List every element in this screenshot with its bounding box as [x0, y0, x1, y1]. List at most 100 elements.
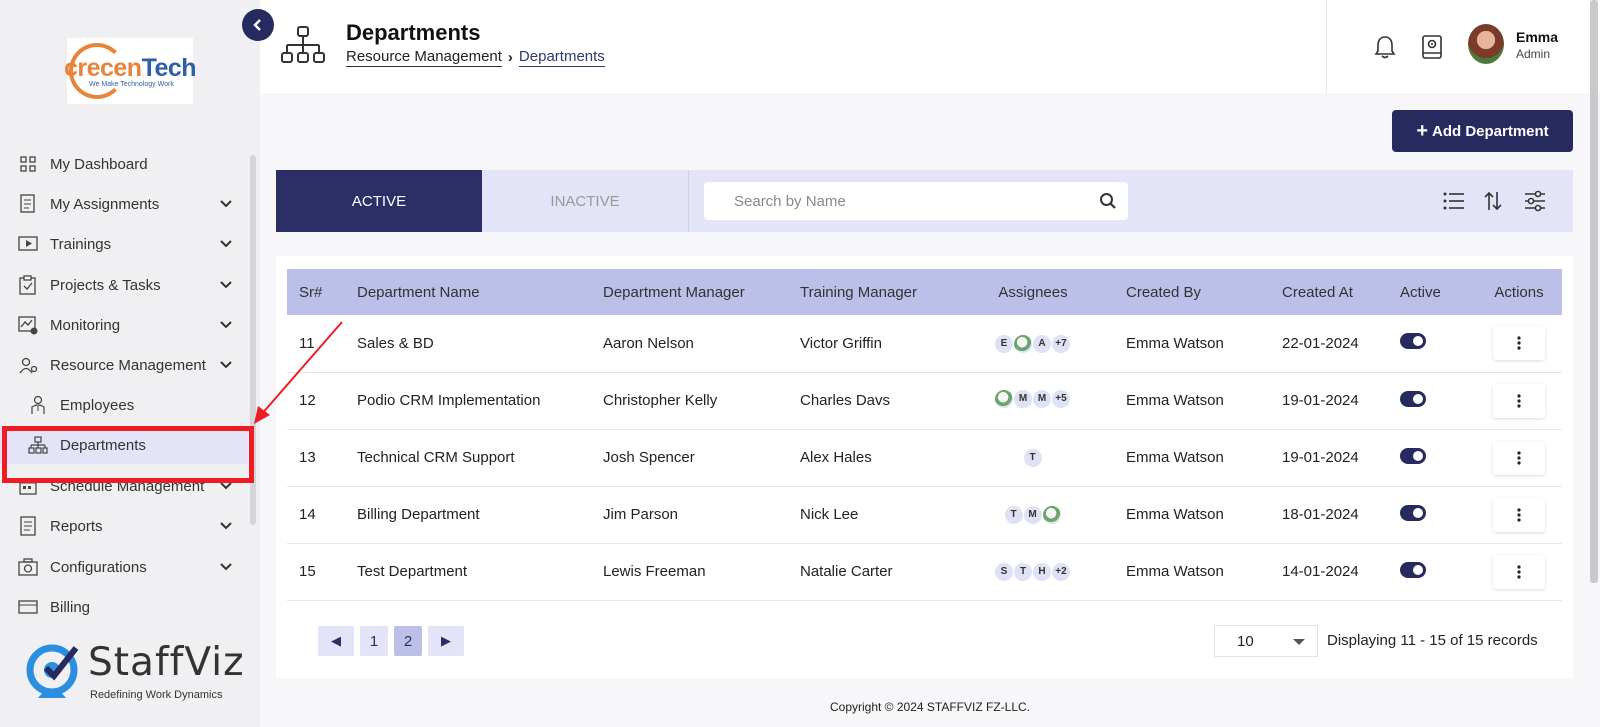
assignee-avatars[interactable]: S T H +2: [994, 561, 1071, 582]
cell-department-manager: Lewis Freeman: [603, 563, 706, 580]
user-avatar[interactable]: [1468, 24, 1504, 64]
handbook-icon[interactable]: [1420, 34, 1444, 60]
assignee-avatar[interactable]: T: [1003, 504, 1024, 525]
assignee-avatar[interactable]: +7: [1051, 333, 1071, 354]
active-toggle[interactable]: [1400, 447, 1426, 464]
chevron-down-icon[interactable]: [218, 196, 234, 212]
assignee-avatar[interactable]: +2: [1051, 561, 1071, 582]
table-row[interactable]: 15 Test Department Lewis Freeman Natalie Ca…: [287, 543, 1562, 600]
chevron-down-icon[interactable]: [218, 357, 234, 373]
cell-created-at: 19-01-2024: [1282, 392, 1359, 409]
filter-settings-icon[interactable]: [1523, 190, 1547, 212]
sidebar-item-projects-tasks[interactable]: Projects & Tasks: [0, 266, 248, 304]
search-icon[interactable]: [1099, 192, 1117, 210]
staffviz-name: StaffViz: [88, 640, 245, 685]
assignee-avatars[interactable]: M M +5: [994, 388, 1071, 409]
sidebar-item-trainings[interactable]: Trainings: [0, 225, 248, 263]
active-toggle[interactable]: [1400, 561, 1426, 578]
page-scrollbar[interactable]: [1590, 0, 1598, 583]
next-page-button[interactable]: ▶: [428, 626, 464, 656]
active-toggle[interactable]: [1400, 504, 1426, 521]
assignee-avatar[interactable]: M: [1013, 388, 1033, 409]
assignee-photo-avatar[interactable]: [1041, 504, 1062, 525]
notification-bell-icon[interactable]: [1373, 34, 1397, 60]
assignee-avatars[interactable]: T: [1022, 447, 1043, 468]
sidebar-item-label: Employees: [60, 396, 135, 414]
sidebar-item-configurations[interactable]: Configurations: [0, 548, 248, 586]
cell-training-manager: Alex Hales: [800, 449, 872, 466]
resource-icon: [18, 355, 38, 375]
column-header: Training Manager: [800, 283, 918, 301]
row-actions-menu-button[interactable]: [1493, 440, 1545, 475]
active-toggle[interactable]: [1400, 333, 1426, 350]
cell-actions: [1476, 543, 1562, 600]
collapse-sidebar-button[interactable]: [242, 9, 274, 41]
breadcrumb-resource-management[interactable]: Resource Management: [346, 48, 502, 67]
assignee-photo-avatar[interactable]: [994, 388, 1014, 409]
plus-icon: +: [1416, 120, 1428, 142]
sidebar-item-resource-management[interactable]: Resource Management: [0, 346, 248, 384]
chevron-down-icon[interactable]: [218, 559, 234, 575]
departments-table: Sr# Department Name Department Manager T…: [287, 269, 1562, 601]
row-actions-menu-button[interactable]: [1493, 326, 1545, 361]
sidebar-item-schedule-management[interactable]: Schedule Management: [0, 467, 248, 505]
logo-primary: recen: [77, 53, 142, 82]
row-actions-menu-button[interactable]: [1493, 497, 1545, 532]
breadcrumb-departments[interactable]: Departments: [518, 48, 605, 67]
prev-page-button[interactable]: ◀: [318, 626, 354, 656]
page-size-select[interactable]: 10: [1214, 625, 1318, 657]
sidebar-item-billing[interactable]: Billing: [0, 588, 248, 617]
dashboard-icon: [18, 154, 38, 174]
sidebar-item-monitoring[interactable]: Monitoring: [0, 306, 248, 344]
pagination: ◀ 1 2 ▶: [318, 626, 464, 656]
assignee-avatars[interactable]: E A +7: [994, 333, 1071, 354]
cell-created-at: 19-01-2024: [1282, 449, 1359, 466]
cell-training-manager: Nick Lee: [800, 506, 859, 523]
table-row[interactable]: 14 Billing Department Jim Parson Nick Lee T M…: [287, 486, 1562, 543]
chevron-down-icon[interactable]: [218, 317, 234, 333]
assignee-avatars[interactable]: TM: [1003, 504, 1062, 525]
assignee-avatar[interactable]: T: [1022, 447, 1043, 468]
assignee-avatar[interactable]: +5: [1051, 388, 1071, 409]
assignee-avatar[interactable]: M: [1032, 388, 1052, 409]
tab-inactive[interactable]: INACTIVE: [482, 170, 688, 232]
active-toggle[interactable]: [1400, 390, 1426, 407]
add-department-button[interactable]: + Add Department: [1392, 110, 1573, 152]
assignee-avatar[interactable]: H: [1032, 561, 1052, 582]
cell-sr: 14: [299, 506, 316, 523]
table-row[interactable]: 13 Technical CRM Support Josh Spencer Alex …: [287, 429, 1562, 486]
search-input[interactable]: [704, 182, 1128, 220]
sort-icon[interactable]: [1481, 190, 1505, 212]
page-2-button[interactable]: 2: [394, 626, 422, 656]
cell-department-manager: Christopher Kelly: [603, 392, 718, 409]
chevron-down-icon[interactable]: [218, 518, 234, 534]
tab-active[interactable]: ACTIVE: [276, 170, 482, 232]
sidebar-item-my-dashboard[interactable]: My Dashboard: [0, 145, 248, 183]
sidebar-item-label: Resource Management: [50, 356, 206, 374]
assignee-avatar[interactable]: E: [994, 333, 1014, 354]
assignee-avatar[interactable]: A: [1032, 333, 1052, 354]
sidebar-item-departments[interactable]: Departments: [0, 426, 248, 464]
assignee-avatar[interactable]: S: [994, 561, 1014, 582]
row-actions-menu-button[interactable]: [1493, 554, 1545, 589]
user-name[interactable]: Emma: [1516, 29, 1558, 45]
chevron-down-icon[interactable]: [218, 236, 234, 252]
cell-department-name: Technical CRM Support: [357, 449, 515, 466]
cell-active: [1388, 486, 1476, 543]
sidebar-item-employees[interactable]: Employees: [0, 386, 248, 424]
cell-active: [1388, 372, 1476, 429]
page-1-button[interactable]: 1: [360, 626, 388, 656]
assignee-avatar[interactable]: T: [1013, 561, 1033, 582]
table-row[interactable]: 11 Sales & BD Aaron Nelson Victor Griffin E A…: [287, 315, 1562, 372]
assignee-photo-avatar[interactable]: [1013, 333, 1033, 354]
chevron-down-icon[interactable]: [218, 478, 234, 494]
chevron-down-icon[interactable]: [218, 277, 234, 293]
row-actions-menu-button[interactable]: [1493, 383, 1545, 418]
assignee-avatar[interactable]: M: [1022, 504, 1043, 525]
list-view-icon[interactable]: [1442, 190, 1466, 212]
sidebar-item-reports[interactable]: Reports: [0, 507, 248, 545]
sidebar-item-label: Billing: [50, 598, 91, 616]
sidebar-item-label: Reports: [50, 517, 103, 535]
sidebar-item-my-assignments[interactable]: My Assignments: [0, 185, 248, 223]
table-row[interactable]: 12 Podio CRM Implementation Christopher Ke…: [287, 372, 1562, 429]
